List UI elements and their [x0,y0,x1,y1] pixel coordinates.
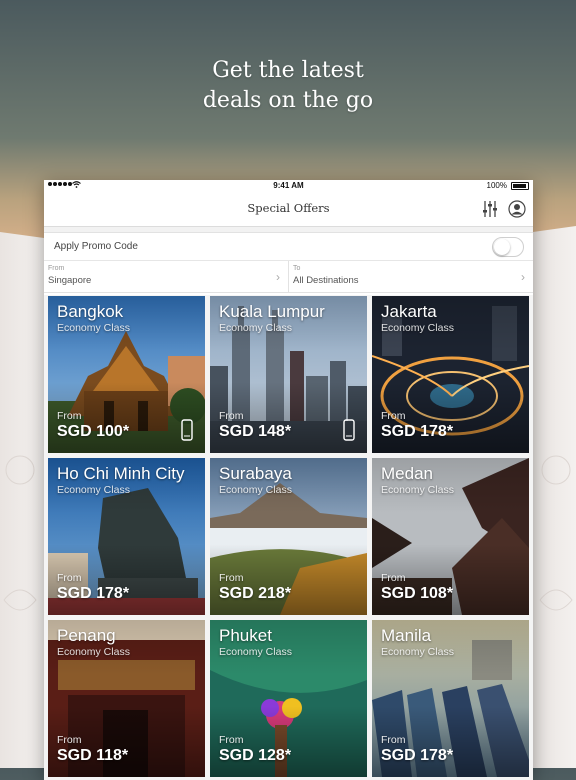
offer-class: Economy Class [57,322,130,334]
toggle-knob [494,239,510,255]
origin-label: From [48,265,65,272]
offer-price: SGD 178* [381,423,454,440]
offer-price: SGD 128* [219,747,292,764]
destination-value: All Destinations [293,275,359,286]
offer-city: Surabaya [219,464,292,483]
profile-icon[interactable] [508,200,526,218]
offer-price: SGD 100* [57,423,130,440]
promo-code-label: Apply Promo Code [54,241,138,252]
offer-card-bangkok[interactable]: Bangkok Economy Class From SGD 100* [48,296,205,453]
offer-from-label: From [57,410,82,422]
offer-from-label: From [219,410,244,422]
route-selector: From Singapore › To All Destinations › [44,261,533,293]
offer-class: Economy Class [219,484,292,496]
offer-card-kuala-lumpur[interactable]: Kuala Lumpur Economy Class From SGD 148* [210,296,367,453]
offer-city: Manila [381,626,432,645]
offer-class: Economy Class [219,322,292,334]
battery-icon [511,182,529,190]
page-title: Special Offers [247,201,330,215]
destination-selector[interactable]: To All Destinations › [288,261,533,292]
offer-city: Medan [381,464,433,483]
offer-from-label: From [381,572,406,584]
offer-price: SGD 218* [219,585,292,602]
marketing-headline: Get the latest deals on the go [0,56,576,116]
offer-card-phuket[interactable]: Phuket Economy Class From SGD 128* [210,620,367,777]
offer-price: SGD 108* [381,585,454,602]
origin-value: Singapore [48,275,92,286]
offer-from-label: From [57,572,82,584]
filter-sliders-icon[interactable] [482,200,498,218]
chevron-right-icon: › [276,270,280,284]
status-bar: 9:41 AM 100% [44,180,533,192]
offer-from-label: From [381,734,406,746]
offer-class: Economy Class [381,322,454,334]
promo-code-toggle[interactable] [492,237,524,257]
offer-card-penang[interactable]: Penang Economy Class From SGD 118* [48,620,205,777]
destination-label: To [293,265,301,272]
offer-city: Kuala Lumpur [219,302,325,321]
offer-price: SGD 118* [57,747,129,764]
headline-line-1: Get the latest [212,58,364,83]
app-screen: 9:41 AM 100% Special Offers Apply Promo … [44,180,533,780]
status-time: 9:41 AM [273,181,304,190]
offer-price: SGD 178* [381,747,454,764]
origin-selector[interactable]: From Singapore › [44,261,288,292]
offer-city: Jakarta [381,302,437,321]
chevron-right-icon: › [521,270,525,284]
offer-class: Economy Class [381,646,454,658]
offer-price: SGD 148* [219,423,292,440]
mobile-exclusive-icon [181,419,193,441]
navigation-bar: Special Offers [44,192,533,227]
offer-class: Economy Class [381,484,454,496]
promo-code-row[interactable]: Apply Promo Code [44,233,533,261]
offers-grid: Bangkok Economy Class From SGD 100* Kual [44,295,533,780]
offer-card-jakarta[interactable]: Jakarta Economy Class From SGD 178* [372,296,529,453]
offer-class: Economy Class [57,484,130,496]
battery-percent: 100% [486,181,507,190]
offer-card-surabaya[interactable]: Surabaya Economy Class From SGD 218* [210,458,367,615]
mobile-exclusive-icon [343,419,355,441]
offer-class: Economy Class [57,646,130,658]
offer-price: SGD 178* [57,585,130,602]
offer-card-medan[interactable]: Medan Economy Class From SGD 108* [372,458,529,615]
offer-city: Penang [57,626,116,645]
offer-from-label: From [57,734,82,746]
offer-from-label: From [219,734,244,746]
offer-city: Bangkok [57,302,124,321]
offer-class: Economy Class [219,646,292,658]
offer-city: Ho Chi Minh City [57,464,185,483]
offer-from-label: From [381,410,406,422]
offer-city: Phuket [219,626,272,645]
offer-card-ho-chi-minh-city[interactable]: Ho Chi Minh City Economy Class From SGD … [48,458,205,615]
headline-line-2: deals on the go [202,88,374,113]
offer-from-label: From [219,572,244,584]
offer-card-manila[interactable]: Manila Economy Class From SGD 178* [372,620,529,777]
